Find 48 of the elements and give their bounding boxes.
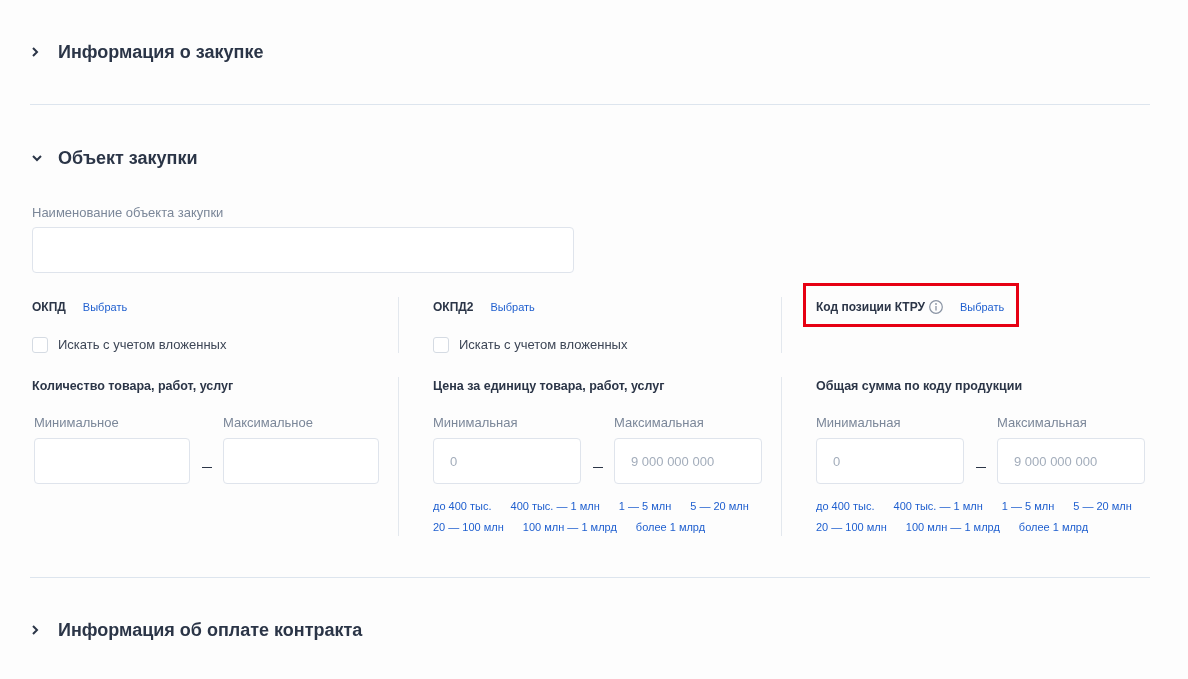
range-preset-link[interactable]: до 400 тыс. [816, 498, 875, 514]
section-header[interactable]: Объект закупки [30, 144, 198, 172]
range-preset-link[interactable]: 5 — 20 млн [690, 498, 749, 514]
range-preset-link[interactable]: 400 тыс. — 1 млн [893, 498, 983, 514]
dash-separator [975, 466, 986, 468]
range-preset-link[interactable]: 100 млн — 1 млрд [905, 519, 1000, 535]
number-input[interactable] [223, 438, 379, 484]
select-link[interactable]: Выбрать [490, 298, 535, 316]
number-input[interactable]: 0 [433, 438, 581, 484]
range-preset-link[interactable]: 5 — 20 млн [1073, 498, 1132, 514]
classifier-label: ОКПД2 [433, 299, 474, 316]
range-preset-link[interactable]: более 1 млрд [635, 519, 706, 535]
field-label: Максимальное [223, 415, 313, 431]
section-header[interactable]: Информация об оплате контракта [30, 616, 363, 644]
classifier-label: Код позиции КТРУ [816, 299, 925, 316]
checkbox-label: Искать с учетом вложенных [58, 336, 227, 354]
select-link[interactable]: Выбрать [959, 298, 1005, 316]
field-label: Максимальная [614, 415, 704, 431]
checkbox[interactable] [32, 336, 48, 353]
number-input[interactable] [34, 438, 190, 484]
field-label: Минимальная [816, 415, 901, 431]
number-input[interactable]: 0 [816, 438, 964, 484]
range-preset-link[interactable]: 400 тыс. — 1 млн [510, 498, 600, 514]
range-title: Цена за единицу товара, работ, услуг [433, 378, 665, 394]
number-input[interactable]: 9 000 000 000 [614, 438, 762, 484]
checkbox[interactable] [433, 336, 449, 353]
field-label: Минимальная [433, 415, 518, 431]
range-preset-link[interactable]: 1 — 5 млн [1001, 498, 1055, 514]
classifier-label: ОКПД [32, 299, 66, 316]
range-preset-link[interactable]: 100 млн — 1 млрд [522, 519, 617, 535]
text-input[interactable] [32, 227, 574, 273]
range-preset-link[interactable]: до 400 тыс. [433, 498, 492, 514]
select-link[interactable]: Выбрать [82, 298, 128, 316]
number-input[interactable]: 9 000 000 000 [997, 438, 1145, 484]
range-title: Общая сумма по коду продукции [816, 378, 1023, 394]
info-icon[interactable] [928, 300, 943, 314]
section-header[interactable]: Информация о закупке [30, 38, 264, 66]
field-label: Максимальная [997, 415, 1087, 431]
range-preset-link[interactable]: 20 — 100 млн [433, 519, 504, 535]
range-preset-link[interactable]: более 1 млрд [1018, 519, 1089, 535]
dash-separator [592, 466, 603, 468]
range-preset-link[interactable]: 1 — 5 млн [618, 498, 672, 514]
range-title: Количество товара, работ, услуг [32, 378, 234, 394]
field-label: Минимальное [34, 415, 119, 431]
field-label: Наименование объекта закупки [32, 205, 224, 221]
dash-separator [201, 466, 212, 468]
range-preset-link[interactable]: 20 — 100 млн [816, 519, 887, 535]
checkbox-label: Искать с учетом вложенных [459, 336, 628, 354]
